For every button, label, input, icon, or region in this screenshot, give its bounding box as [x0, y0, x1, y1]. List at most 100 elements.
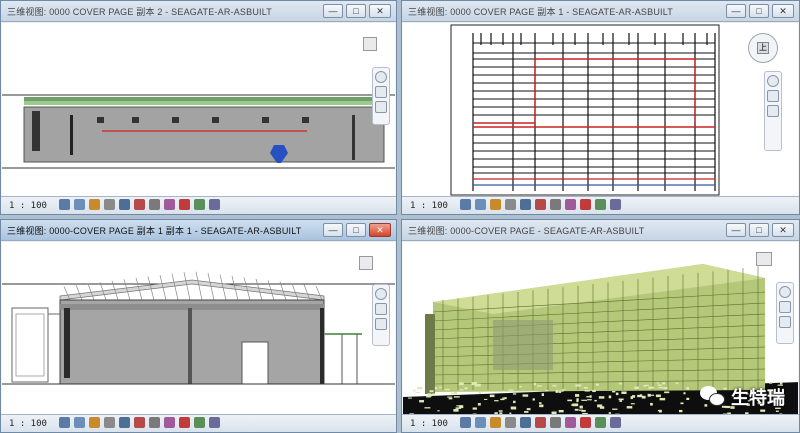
reveal-icon[interactable] [579, 198, 591, 210]
pan-icon[interactable] [375, 101, 387, 113]
zoom-icon[interactable] [767, 90, 779, 102]
maximize-button[interactable]: □ [346, 223, 366, 237]
render-icon[interactable] [609, 198, 621, 210]
analysis-icon[interactable] [193, 416, 205, 428]
shadows-icon[interactable] [504, 198, 516, 210]
revit-tiled-views: 三维视图: 0000 COVER PAGE 副本 2 - SEAGATE-AR-… [0, 0, 800, 433]
render-icon[interactable] [208, 416, 220, 428]
show-crop-icon[interactable] [534, 416, 546, 428]
viewcube-top-face[interactable]: 上 [757, 42, 769, 54]
analysis-icon[interactable] [594, 198, 606, 210]
steering-wheel-icon[interactable] [375, 71, 387, 83]
steering-wheel-icon[interactable] [375, 288, 387, 300]
scale-label[interactable]: 1 : 100 [9, 419, 47, 429]
lock-view-icon[interactable] [549, 416, 561, 428]
viewcube[interactable] [363, 37, 377, 51]
viewcube[interactable] [359, 256, 373, 270]
analysis-icon[interactable] [193, 198, 205, 210]
sun-path-icon[interactable] [489, 198, 501, 210]
reveal-icon[interactable] [178, 198, 190, 210]
maximize-button[interactable]: □ [749, 223, 769, 237]
lock-view-icon[interactable] [148, 416, 160, 428]
sun-path-icon[interactable] [88, 198, 100, 210]
title-bar[interactable]: 三维视图: 0000 COVER PAGE 副本 1 - SEAGATE-AR-… [402, 1, 799, 22]
view-canvas[interactable] [2, 242, 395, 414]
minimize-button[interactable]: — [323, 4, 343, 18]
sun-path-icon[interactable] [489, 416, 501, 428]
render-icon[interactable] [208, 198, 220, 210]
analysis-icon[interactable] [594, 416, 606, 428]
title-bar[interactable]: 三维视图: 0000-COVER PAGE - SEAGATE-AR-ASBUI… [402, 220, 799, 241]
section-drawing [2, 271, 395, 385]
watermark: 生特瑞 [700, 384, 785, 410]
visual-style-icon[interactable] [73, 416, 85, 428]
view-window-bottom-left[interactable]: 三维视图: 0000-COVER PAGE 副本 1 副本 1 - SEAGAT… [0, 219, 397, 433]
minimize-button[interactable]: — [323, 223, 343, 237]
navigation-bar[interactable] [776, 282, 794, 344]
detail-level-icon[interactable] [58, 416, 70, 428]
pan-icon[interactable] [779, 316, 791, 328]
reveal-icon[interactable] [579, 416, 591, 428]
zoom-icon[interactable] [375, 86, 387, 98]
visual-style-icon[interactable] [474, 198, 486, 210]
maximize-button[interactable]: □ [346, 4, 366, 18]
view-control-icons [459, 415, 625, 433]
minimize-button[interactable]: — [726, 4, 746, 18]
temp-hide-icon[interactable] [163, 416, 175, 428]
scale-label[interactable]: 1 : 100 [410, 419, 448, 429]
navigation-bar[interactable] [372, 284, 390, 346]
crop-icon[interactable] [519, 198, 531, 210]
view-control-bar: 1 : 100 [1, 414, 396, 432]
lock-view-icon[interactable] [549, 198, 561, 210]
temp-hide-icon[interactable] [163, 198, 175, 210]
window-title: 三维视图: 0000 COVER PAGE 副本 2 - SEAGATE-AR-… [7, 6, 272, 17]
close-button[interactable]: ✕ [369, 223, 391, 237]
scale-label[interactable]: 1 : 100 [9, 201, 47, 211]
shadows-icon[interactable] [103, 198, 115, 210]
close-button[interactable]: ✕ [369, 4, 391, 18]
crop-icon[interactable] [519, 416, 531, 428]
show-crop-icon[interactable] [133, 198, 145, 210]
crop-icon[interactable] [118, 416, 130, 428]
view-window-top-right[interactable]: 三维视图: 0000 COVER PAGE 副本 1 - SEAGATE-AR-… [401, 0, 800, 215]
show-crop-icon[interactable] [534, 198, 546, 210]
view-window-bottom-right[interactable]: 三维视图: 0000-COVER PAGE - SEAGATE-AR-ASBUI… [401, 219, 800, 433]
close-button[interactable]: ✕ [772, 223, 794, 237]
temp-hide-icon[interactable] [564, 198, 576, 210]
minimize-button[interactable]: — [726, 223, 746, 237]
shadows-icon[interactable] [504, 416, 516, 428]
detail-level-icon[interactable] [459, 416, 471, 428]
close-button[interactable]: ✕ [772, 4, 794, 18]
title-bar[interactable]: 三维视图: 0000-COVER PAGE 副本 1 副本 1 - SEAGAT… [1, 220, 396, 241]
navigation-bar[interactable] [372, 67, 390, 125]
window-title: 三维视图: 0000 COVER PAGE 副本 1 - SEAGATE-AR-… [408, 6, 673, 17]
view-canvas[interactable] [2, 23, 395, 196]
detail-level-icon[interactable] [459, 198, 471, 210]
zoom-icon[interactable] [375, 303, 387, 315]
show-crop-icon[interactable] [133, 416, 145, 428]
lock-view-icon[interactable] [148, 198, 160, 210]
zoom-icon[interactable] [779, 301, 791, 313]
window-title: 三维视图: 0000-COVER PAGE 副本 1 副本 1 - SEAGAT… [7, 225, 302, 236]
viewcube[interactable]: 上 [748, 33, 778, 63]
view-canvas[interactable]: 上 [403, 23, 798, 196]
scale-label[interactable]: 1 : 100 [410, 201, 448, 211]
steering-wheel-icon[interactable] [767, 75, 779, 87]
detail-level-icon[interactable] [58, 198, 70, 210]
pan-icon[interactable] [375, 318, 387, 330]
view-window-top-left[interactable]: 三维视图: 0000 COVER PAGE 副本 2 - SEAGATE-AR-… [0, 0, 397, 215]
crop-icon[interactable] [118, 198, 130, 210]
shadows-icon[interactable] [103, 416, 115, 428]
viewcube[interactable] [756, 252, 772, 266]
navigation-bar[interactable] [764, 71, 782, 151]
sun-path-icon[interactable] [88, 416, 100, 428]
title-bar[interactable]: 三维视图: 0000 COVER PAGE 副本 2 - SEAGATE-AR-… [1, 1, 396, 22]
reveal-icon[interactable] [178, 416, 190, 428]
visual-style-icon[interactable] [474, 416, 486, 428]
visual-style-icon[interactable] [73, 198, 85, 210]
render-icon[interactable] [609, 416, 621, 428]
temp-hide-icon[interactable] [564, 416, 576, 428]
maximize-button[interactable]: □ [749, 4, 769, 18]
pan-icon[interactable] [767, 105, 779, 117]
steering-wheel-icon[interactable] [779, 286, 791, 298]
